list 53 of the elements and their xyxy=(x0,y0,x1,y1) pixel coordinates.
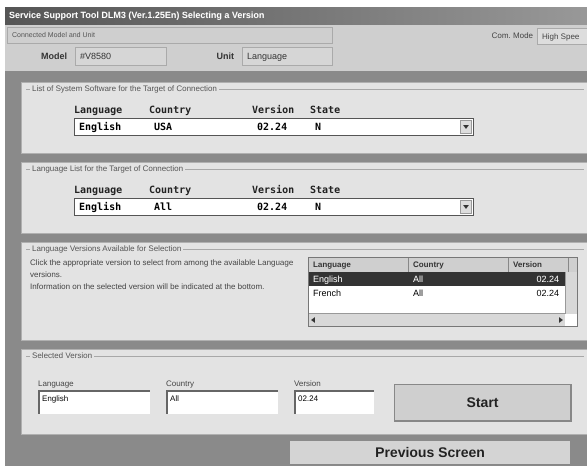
vertical-scrollbar[interactable] xyxy=(565,272,577,314)
group-title: List of System Software for the Target of Connection xyxy=(30,83,219,95)
list-cell-text: All xyxy=(412,287,424,300)
version-dropdown[interactable]: English All 02.24 N xyxy=(74,198,474,216)
field-label: Country xyxy=(166,378,196,390)
list-cell-text: All xyxy=(412,273,424,286)
window-title: Service Support Tool DLM3 (Ver.1.25En) Selecting a Version xyxy=(9,9,264,22)
version-dropdown[interactable]: English USA 02.24 N xyxy=(74,118,474,136)
dropdown-value: All xyxy=(154,200,174,214)
input-field[interactable]: 02.24 xyxy=(294,390,374,414)
start-button[interactable]: Start xyxy=(394,384,572,422)
dropdown-value: 02.24 xyxy=(257,200,288,214)
dropdown-value: USA xyxy=(154,120,174,134)
column-header: Version xyxy=(252,104,296,118)
scroll-right-icon[interactable] xyxy=(559,317,563,323)
dropdown-arrow-button[interactable] xyxy=(460,120,472,134)
list-cell-text: 02.24 xyxy=(535,273,559,286)
unit-label: Unit xyxy=(216,50,235,63)
input-field[interactable]: English xyxy=(38,390,150,414)
list-cell-text: English xyxy=(312,273,344,286)
horizontal-scrollbar[interactable] xyxy=(309,313,565,326)
com-mode-label: Com. Mode xyxy=(492,30,533,42)
model-label: Model xyxy=(40,50,68,63)
caret-icon xyxy=(463,205,469,209)
column-header: Language xyxy=(74,184,124,198)
previous-screen-button[interactable]: Previous Screen xyxy=(290,441,570,465)
dropdown-value: N xyxy=(315,120,322,134)
caret-icon xyxy=(463,125,469,129)
column-header: State xyxy=(310,184,342,198)
input-field[interactable]: All xyxy=(166,390,278,414)
model-field: #V8580 xyxy=(75,47,167,66)
group-title: Language Versions Available for Selection xyxy=(30,243,184,255)
column-header: Language xyxy=(74,104,124,118)
field-label: Language xyxy=(38,378,75,390)
column-header: State xyxy=(310,104,342,118)
dropdown-value: English xyxy=(79,120,122,134)
unit-field: Language xyxy=(242,47,333,66)
version-list[interactable]: Language Country Version English All 02.24 French All 02.24 xyxy=(308,257,578,327)
list-cell-text: 02.24 xyxy=(535,287,559,300)
column-header: Country xyxy=(149,104,192,118)
dropdown-value: English xyxy=(79,200,122,214)
field-label: Version xyxy=(294,378,322,390)
scroll-left-icon[interactable] xyxy=(311,317,315,323)
list-cell-text: French xyxy=(312,287,342,300)
group-title: Language List for the Target of Connection xyxy=(30,163,186,175)
column-header: Country xyxy=(149,184,192,198)
dropdown-arrow-button[interactable] xyxy=(460,200,472,214)
dropdown-value: 02.24 xyxy=(257,120,288,134)
com-mode-field: High Spee xyxy=(537,28,587,45)
instructions-text: Click the appropriate version to select from among the available Language versions. Information on the selected version will be indicated at the bottom. xyxy=(30,257,294,293)
column-header: Version xyxy=(252,184,296,198)
dropdown-value: N xyxy=(315,200,322,214)
list-row[interactable]: English All 02.24 xyxy=(309,272,565,286)
